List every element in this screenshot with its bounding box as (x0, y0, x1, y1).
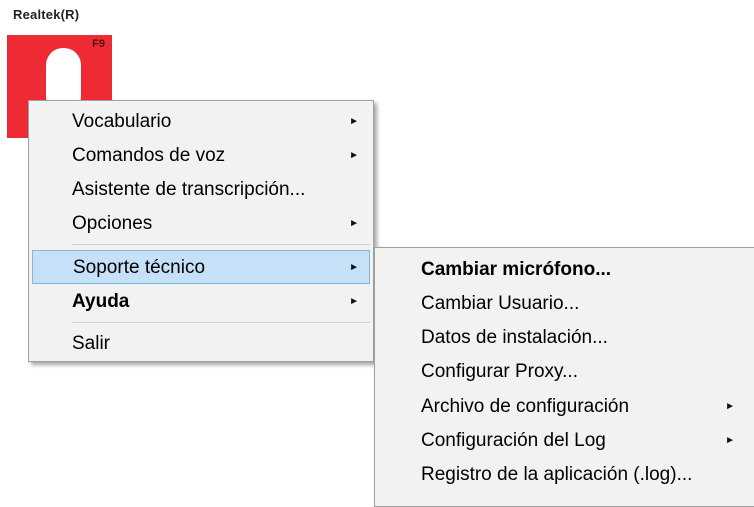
menu-separator (72, 244, 370, 245)
submenu-item-label: Configurar Proxy... (421, 361, 578, 382)
menu-item-soporte-tecnico[interactable]: Soporte técnico ► (32, 250, 370, 284)
submenu-arrow-icon: ► (349, 262, 359, 273)
menu-item-label: Ayuda (72, 291, 130, 312)
menu-item-vocabulario[interactable]: Vocabulario ► (29, 105, 373, 139)
submenu-item-label: Datos de instalación... (421, 327, 608, 348)
menu-item-asistente-transcripcion[interactable]: Asistente de transcripción... (29, 173, 373, 207)
menu-item-opciones[interactable]: Opciones ► (29, 207, 373, 241)
submenu-item-label: Registro de la aplicación (.log)... (421, 464, 693, 485)
menu-item-label: Soporte técnico (73, 257, 206, 278)
submenu-item-configuracion-log[interactable]: Configuración del Log ► (375, 424, 754, 458)
submenu-item-label: Cambiar micrófono... (421, 259, 612, 280)
menu-item-salir[interactable]: Salir (29, 327, 373, 361)
submenu-arrow-icon: ► (349, 116, 359, 127)
context-menu: Vocabulario ► Comandos de voz ► Asistent… (28, 100, 374, 362)
menu-item-label: Comandos de voz (72, 145, 226, 166)
submenu-item-configurar-proxy[interactable]: Configurar Proxy... (375, 355, 754, 389)
menu-item-label: Asistente de transcripción... (72, 179, 306, 200)
submenu-item-cambiar-microfono[interactable]: Cambiar micrófono... (375, 253, 754, 287)
submenu-arrow-icon: ► (725, 435, 735, 446)
menu-item-label: Salir (72, 333, 111, 354)
device-name: Realtek(R) (13, 7, 80, 22)
submenu-arrow-icon: ► (349, 296, 359, 307)
support-submenu: Cambiar micrófono... Cambiar Usuario... … (374, 247, 754, 507)
menu-item-ayuda[interactable]: Ayuda ► (29, 285, 373, 319)
submenu-item-registro-aplicacion[interactable]: Registro de la aplicación (.log)... (375, 458, 754, 492)
submenu-arrow-icon: ► (349, 218, 359, 229)
submenu-item-datos-instalacion[interactable]: Datos de instalación... (375, 321, 754, 355)
menu-item-label: Opciones (72, 213, 153, 234)
submenu-item-label: Archivo de configuración (421, 396, 630, 417)
hotkey-label: F9 (92, 38, 105, 50)
submenu-item-cambiar-usuario[interactable]: Cambiar Usuario... (375, 287, 754, 321)
submenu-item-label: Cambiar Usuario... (421, 293, 580, 314)
menu-item-label: Vocabulario (72, 111, 172, 132)
submenu-arrow-icon: ► (349, 150, 359, 161)
menu-separator (72, 322, 370, 323)
submenu-arrow-icon: ► (725, 401, 735, 412)
menu-item-comandos-de-voz[interactable]: Comandos de voz ► (29, 139, 373, 173)
submenu-item-label: Configuración del Log (421, 430, 606, 451)
submenu-item-archivo-configuracion[interactable]: Archivo de configuración ► (375, 390, 754, 424)
